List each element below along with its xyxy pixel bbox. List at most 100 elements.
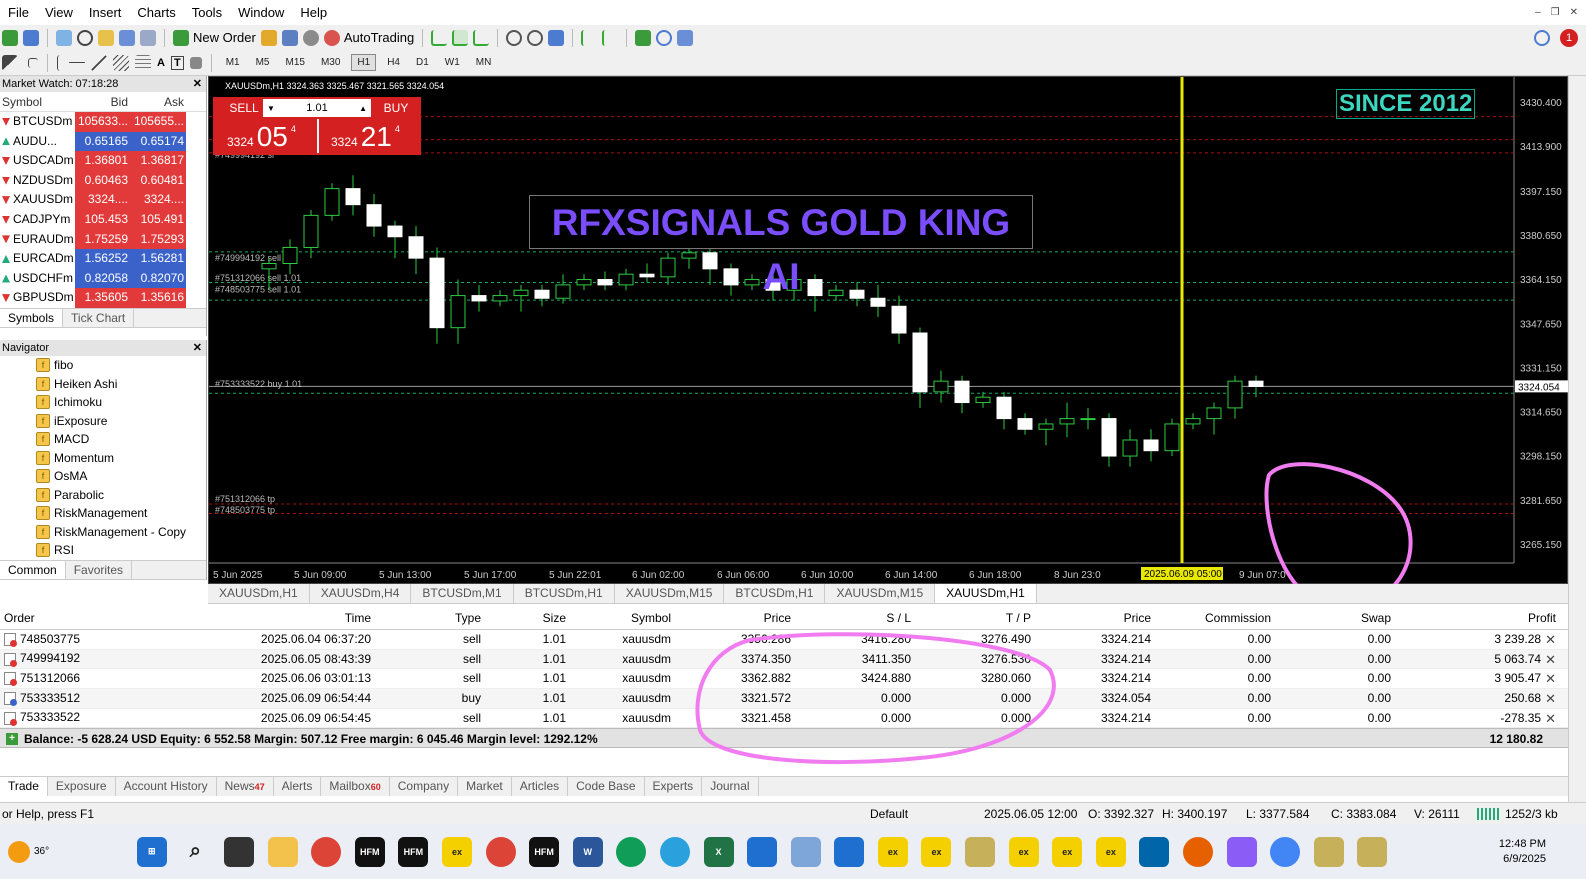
metaeditor-icon[interactable]	[260, 29, 277, 46]
horizontal-line-icon[interactable]	[69, 62, 85, 63]
header-ask[interactable]: Ask	[130, 92, 186, 111]
line-chart-icon[interactable]	[473, 29, 490, 46]
hfm-icon[interactable]: HFM	[529, 836, 560, 867]
navigator-item[interactable]: f RiskManagement - Copy	[0, 523, 206, 542]
window-icon[interactable]	[834, 836, 865, 867]
exness-icon[interactable]: ex	[1052, 836, 1083, 867]
terminal-tab[interactable]: Exposure	[48, 777, 116, 796]
weather-widget[interactable]: 36°	[0, 840, 130, 863]
chart-tab[interactable]: BTCUSDm,H1	[514, 584, 615, 603]
close-position-icon[interactable]: ✕	[1545, 709, 1556, 728]
network-icon[interactable]	[790, 836, 821, 867]
chrome-icon[interactable]	[1270, 836, 1301, 867]
plus-icon[interactable]: +	[6, 733, 18, 746]
text-tool-icon[interactable]: A	[157, 57, 165, 69]
lot-size-input[interactable]: ▼ 1.01 ▲	[263, 99, 371, 117]
task-view-icon[interactable]	[223, 836, 254, 867]
menu-insert[interactable]: Insert	[81, 0, 130, 25]
tab-symbols[interactable]: Symbols	[0, 308, 64, 327]
fibo-icon[interactable]	[135, 54, 151, 71]
market-watch-row[interactable]: EURAUDm 1.75259 1.75293	[0, 229, 206, 250]
minimize-icon[interactable]: –	[1535, 7, 1541, 18]
tab-tick-chart[interactable]: Tick Chart	[63, 308, 135, 327]
cursor-icon[interactable]	[2, 54, 18, 71]
chevron-up-icon[interactable]: ▲	[359, 104, 367, 113]
hfm-icon[interactable]: HFM	[354, 836, 385, 867]
buy-price[interactable]: 3324 21 4	[331, 121, 431, 153]
terminal-tab[interactable]: Trade	[0, 777, 48, 796]
search-icon[interactable]	[1534, 29, 1550, 46]
telegram-icon[interactable]	[659, 836, 690, 867]
terminal-tab[interactable]: Company	[390, 777, 459, 796]
market-watch-icon[interactable]	[56, 29, 72, 46]
market-watch-row[interactable]: AUDU... 0.65165 0.65174	[0, 131, 206, 152]
firefox-icon[interactable]	[1183, 836, 1214, 867]
exness-icon[interactable]: ex	[921, 836, 952, 867]
chrome-icon[interactable]	[485, 836, 516, 867]
vscode-icon[interactable]	[1139, 836, 1170, 867]
start-icon[interactable]: ⊞	[136, 836, 167, 867]
menu-help[interactable]: Help	[292, 0, 335, 25]
chart-tab[interactable]: XAUUSDm,M15	[825, 584, 936, 603]
zoom-in-icon[interactable]	[506, 29, 523, 46]
menu-charts[interactable]: Charts	[129, 0, 183, 25]
terminal-tab[interactable]: Code Base	[568, 777, 645, 796]
periods-icon[interactable]	[656, 29, 673, 46]
exness-icon[interactable]: ex	[877, 836, 908, 867]
terminal-tab[interactable]: Alerts	[274, 777, 322, 796]
menu-view[interactable]: View	[37, 0, 81, 25]
tf-h1[interactable]: H1	[351, 54, 377, 71]
word-icon[interactable]: W	[572, 836, 603, 867]
col-type[interactable]: Type	[375, 606, 485, 629]
crosshair-icon[interactable]	[77, 29, 93, 46]
vertical-line-icon[interactable]	[57, 54, 63, 71]
market-watch-row[interactable]: USDCADm 1.36801 1.36817	[0, 151, 206, 171]
col-order[interactable]: Order	[0, 606, 160, 629]
chart-window[interactable]: 3430.400 3413.900 3397.150 3380.650 3364.150…	[208, 76, 1569, 585]
navigator-item[interactable]: f OsMA	[0, 467, 206, 486]
market-watch-row[interactable]: USDCHFm 0.82058 0.82070	[0, 268, 206, 289]
vps-icon[interactable]	[302, 29, 319, 46]
chart-tab[interactable]: XAUUSDm,H1	[208, 584, 310, 603]
terminal-tab[interactable]: News47	[217, 777, 274, 796]
excel-icon[interactable]: X	[703, 836, 734, 867]
chart-tab[interactable]: BTCUSDm,H1	[724, 584, 826, 603]
tf-m1[interactable]: M1	[221, 55, 245, 70]
signals-icon[interactable]	[281, 29, 298, 46]
menu-file[interactable]: File	[0, 0, 37, 25]
chart-tab[interactable]: XAUUSDm,H1	[935, 584, 1037, 603]
terminal-tab[interactable]: Articles	[512, 777, 569, 796]
metatrader-icon[interactable]	[1313, 836, 1344, 867]
metatrader-icon[interactable]	[965, 836, 996, 867]
navigator-item[interactable]: f Parabolic	[0, 486, 206, 505]
hfm-icon[interactable]: HFM	[398, 836, 429, 867]
tf-m15[interactable]: M15	[281, 55, 310, 70]
tf-mn[interactable]: MN	[471, 55, 497, 70]
chrome-icon[interactable]	[616, 836, 647, 867]
label-tool-icon[interactable]: T	[170, 55, 184, 70]
close-position-icon[interactable]: ✕	[1545, 630, 1556, 649]
market-watch-row[interactable]: BTCUSDm 105633... 105655...	[0, 112, 206, 132]
autotrading-button[interactable]: AutoTrading	[323, 29, 414, 46]
chrome-icon[interactable]	[311, 836, 342, 867]
close-position-icon[interactable]: ✕	[1545, 669, 1556, 688]
exness-icon[interactable]: ex	[1095, 836, 1126, 867]
exness-icon[interactable]: ex	[441, 836, 472, 867]
market-watch-row[interactable]: XAUUSDm 3324.... 3324....	[0, 190, 206, 210]
col-size[interactable]: Size	[485, 606, 570, 629]
new-order-button[interactable]: New Order	[173, 29, 256, 46]
exness-icon[interactable]: ex	[1008, 836, 1039, 867]
terminal-tab[interactable]: Mailbox60	[321, 777, 390, 796]
snipping-tool-icon[interactable]	[1226, 836, 1257, 867]
tf-w1[interactable]: W1	[440, 55, 465, 70]
new-chart-icon[interactable]	[2, 29, 18, 46]
terminal-tab[interactable]: Experts	[645, 777, 703, 796]
crosshair-tool-icon[interactable]	[28, 57, 38, 68]
search-icon[interactable]: ⌕	[180, 837, 210, 867]
tf-m30[interactable]: M30	[316, 55, 345, 70]
col-symbol[interactable]: Symbol	[570, 606, 675, 629]
col-current-price[interactable]: Price	[1035, 606, 1155, 629]
market-watch-row[interactable]: CADJPYm 105.453 105.491	[0, 209, 206, 230]
col-profit[interactable]: Profit	[1395, 606, 1560, 629]
navigator-item[interactable]: f iExposure	[0, 412, 206, 431]
